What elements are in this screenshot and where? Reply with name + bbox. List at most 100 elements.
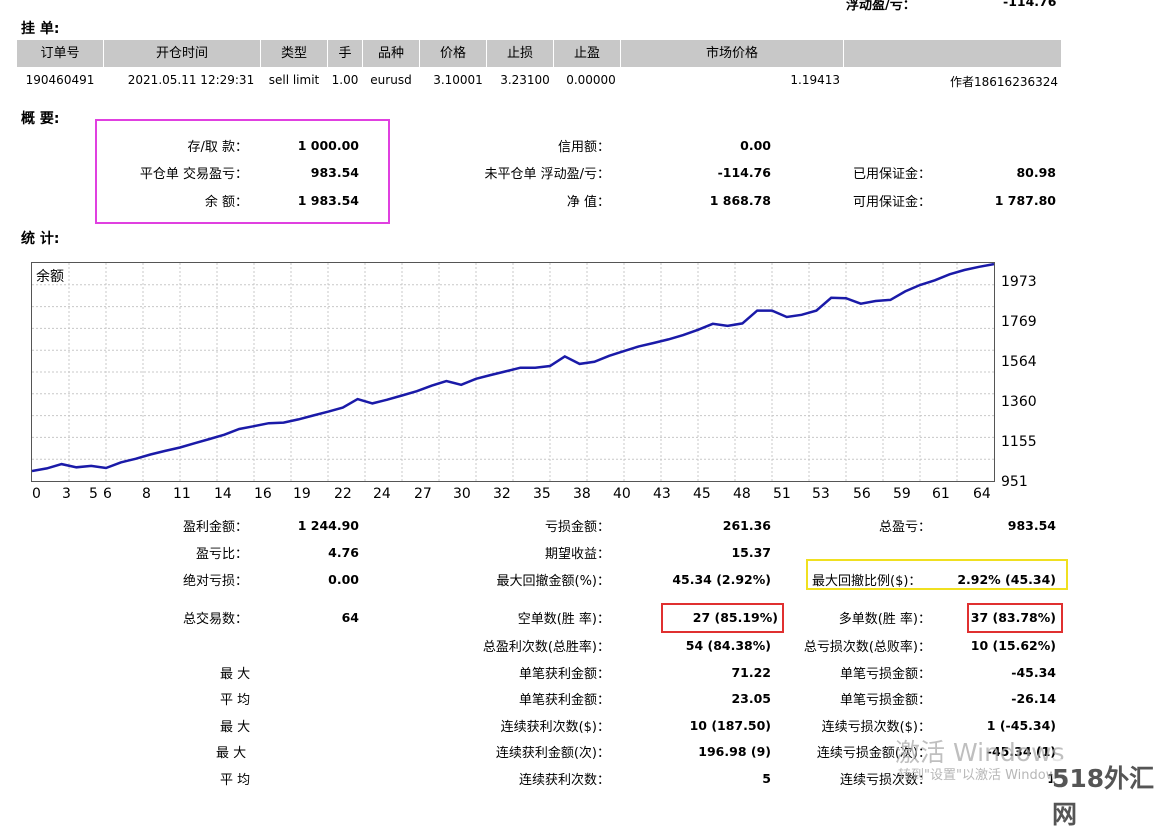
gross-loss-value: 261.36	[722, 518, 771, 533]
abs-drawdown-value: 0.00	[328, 572, 359, 587]
order-price: 3.10001	[433, 73, 483, 87]
order-symbol: eurusd	[370, 73, 412, 87]
x-tick-label: 22	[334, 486, 352, 502]
avg-loss-value: -26.14	[1011, 691, 1056, 706]
largest-loss-value: -45.34	[1011, 665, 1056, 680]
col-market-price[interactable]: 市场价格	[621, 40, 844, 67]
cons-profit-value: 196.98 (9)	[698, 744, 771, 759]
expected-payoff-label: 期望收益：	[544, 547, 610, 562]
col-price[interactable]: 价格	[420, 40, 487, 67]
summary-title: 概 要:	[21, 111, 60, 127]
activate-windows-sub: 转到"设置"以激活 Windows。	[898, 768, 1077, 783]
y-tick-label: 1360	[1001, 394, 1037, 410]
net-profit-label: 总盈亏：	[878, 520, 931, 535]
max2-label: 最 大	[216, 746, 247, 761]
order-author: 作者18616236324	[950, 75, 1058, 89]
free-margin-value: 1 787.80	[994, 193, 1056, 208]
avg-cons-wins-value: 5	[762, 771, 771, 786]
profit-factor-value: 4.76	[328, 545, 359, 560]
max-drawdown-value: 45.34 (2.92%)	[672, 572, 771, 587]
col-open-time[interactable]: 开仓时间	[104, 40, 261, 67]
order-id: 190460491	[25, 73, 95, 87]
total-trades-label: 总交易数：	[182, 612, 248, 627]
col-order-id[interactable]: 订单号	[17, 40, 104, 67]
closed-pl-label: 平仓单 交易盈亏：	[139, 167, 248, 182]
equity-value: 1 868.78	[709, 193, 771, 208]
total-trades-value: 64	[341, 610, 359, 625]
x-tick-label: 40	[613, 486, 631, 502]
long-trades-value: 37 (83.78%)	[970, 610, 1056, 625]
x-tick-label: 45	[693, 486, 711, 502]
cons-wins-label: 连续获利次数($)：	[500, 720, 610, 735]
x-tick-label: 38	[573, 486, 591, 502]
equity-label: 净 值：	[566, 195, 610, 210]
margin-value: 80.98	[1016, 165, 1056, 180]
x-tick-label: 24	[373, 486, 391, 502]
order-type: sell limit	[268, 73, 320, 87]
col-sl[interactable]: 止损	[487, 40, 554, 67]
cons-wins-value: 10 (187.50)	[689, 718, 771, 733]
x-tick-label: 16	[254, 486, 272, 502]
abs-drawdown-label: 绝对亏损：	[182, 574, 248, 589]
col-blank	[844, 40, 1061, 67]
avg-profit-value: 23.05	[731, 691, 771, 706]
balance-label: 余 额：	[204, 195, 248, 210]
largest-label: 最 大	[220, 667, 251, 682]
x-tick-label: 48	[733, 486, 751, 502]
x-tick-label: 43	[653, 486, 671, 502]
gross-loss-label: 亏损金额：	[544, 520, 610, 535]
orders-table-header: 订单号 开仓时间 类型 手 品种 价格 止损 止盈 市场价格	[17, 40, 1061, 67]
balance-chart-svg	[32, 263, 994, 481]
orders-title: 挂 单:	[21, 21, 60, 37]
credit-value: 0.00	[740, 138, 771, 153]
y-tick-label: 1564	[1001, 354, 1037, 370]
col-lots[interactable]: 手	[328, 40, 363, 67]
x-tick-label: 5	[89, 486, 98, 502]
x-tick-label: 11	[173, 486, 191, 502]
loss-trades-label: 总亏损次数(总败率)：	[803, 640, 931, 655]
gross-profit-label: 盈利金额：	[182, 520, 248, 535]
col-tp[interactable]: 止盈	[554, 40, 621, 67]
x-tick-label: 32	[493, 486, 511, 502]
x-tick-label: 35	[533, 486, 551, 502]
profit-trades-label: 总盈利次数(总胜率)：	[482, 640, 610, 655]
y-tick-label: 951	[1001, 474, 1028, 490]
credit-label: 信用额：	[557, 140, 610, 155]
x-tick-label: 59	[893, 486, 911, 502]
y-tick-label: 1769	[1001, 314, 1037, 330]
chart-title: 余额	[36, 269, 64, 285]
profit-trades-value: 54 (84.38%)	[685, 638, 771, 653]
avg-profit-label: 单笔获利金额：	[518, 693, 610, 708]
max-label: 最 大	[220, 720, 251, 735]
order-time: 2021.05.11 12:29:31	[127, 73, 255, 87]
y-tick-label: 1973	[1001, 274, 1037, 290]
col-type[interactable]: 类型	[261, 40, 328, 67]
open-pl-value: -114.76	[717, 165, 771, 180]
x-tick-label: 19	[293, 486, 311, 502]
average-label: 平 均	[220, 693, 251, 708]
x-tick-label: 56	[853, 486, 871, 502]
balance-value: 1 983.54	[297, 193, 359, 208]
max-drawdown-label: 最大回撤金额(%)：	[496, 574, 611, 589]
order-market-price: 1.19413	[790, 73, 840, 87]
order-tp: 0.00000	[566, 73, 616, 87]
x-tick-label: 6	[103, 486, 112, 502]
net-profit-value: 983.54	[1007, 518, 1056, 533]
x-tick-label: 53	[812, 486, 830, 502]
x-tick-label: 14	[214, 486, 232, 502]
short-trades-label: 空单数(胜 率)：	[517, 612, 610, 627]
largest-loss-label: 单笔亏损金额：	[839, 667, 931, 682]
order-lots: 1.00	[331, 73, 359, 87]
site-watermark-logo: 518外汇网	[1052, 759, 1159, 831]
profit-factor-label: 盈亏比：	[195, 547, 248, 562]
cons-profit-label: 连续获利金额(次)：	[495, 746, 610, 761]
expected-payoff-value: 15.37	[731, 545, 771, 560]
x-tick-label: 3	[62, 486, 71, 502]
x-tick-label: 30	[453, 486, 471, 502]
margin-label: 已用保证金：	[852, 167, 931, 182]
x-tick-label: 61	[932, 486, 950, 502]
x-tick-label: 27	[414, 486, 432, 502]
short-trades-value: 27 (85.19%)	[692, 610, 778, 625]
col-symbol[interactable]: 品种	[363, 40, 420, 67]
cons-losses-value: 1 (-45.34)	[986, 718, 1056, 733]
